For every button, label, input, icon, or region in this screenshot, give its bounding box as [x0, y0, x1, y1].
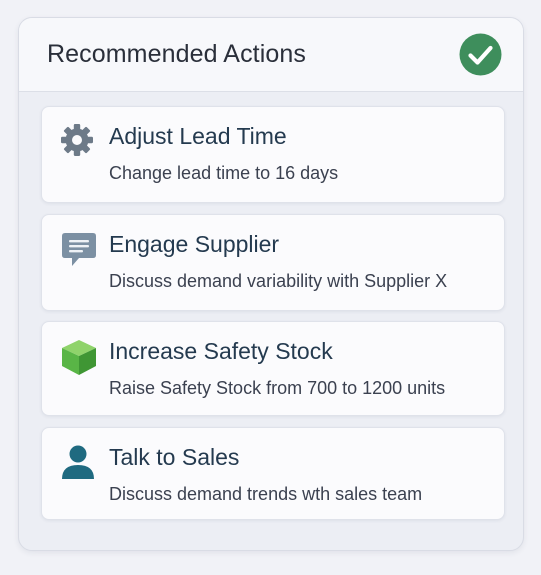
check-circle-icon: [459, 33, 502, 76]
panel-title: Recommended Actions: [47, 40, 306, 68]
action-card-adjust-lead-time[interactable]: Adjust Lead Time Change lead time to 16 …: [41, 106, 505, 203]
action-description: Discuss demand variability with Supplier…: [109, 271, 448, 291]
action-title: Talk to Sales: [109, 444, 240, 470]
panel-header: Recommended Actions: [19, 18, 523, 92]
action-card-talk-to-sales[interactable]: Talk to Sales Discuss demand trends wth …: [41, 427, 505, 520]
action-title: Adjust Lead Time: [109, 123, 287, 149]
action-description: Change lead time to 16 days: [109, 163, 339, 183]
person-icon: [62, 445, 94, 479]
chat-icon: [62, 233, 96, 266]
action-title: Engage Supplier: [109, 231, 280, 257]
recommended-actions-panel: Recommended Actions Adjust Lead Time Cha…: [18, 17, 524, 551]
action-description: Raise Safety Stock from 700 to 1200 unit…: [109, 378, 446, 398]
action-card-increase-safety-stock[interactable]: Increase Safety Stock Raise Safety Stock…: [41, 321, 505, 416]
action-description: Discuss demand trends wth sales team: [109, 484, 423, 504]
cube-icon: [62, 340, 96, 375]
action-card-engage-supplier[interactable]: Engage Supplier Discuss demand variabili…: [41, 214, 505, 311]
action-title: Increase Safety Stock: [109, 338, 333, 364]
gear-icon: [61, 124, 93, 156]
